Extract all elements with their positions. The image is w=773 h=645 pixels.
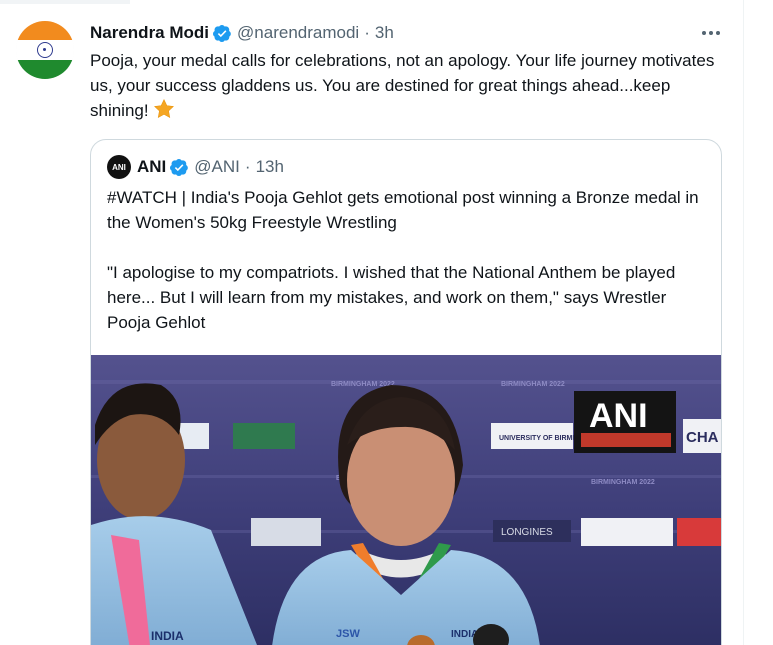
board-cha: CHA [686, 429, 719, 446]
quoted-text-paragraph-1: #WATCH | India's Pooja Gehlot gets emoti… [107, 188, 704, 232]
board-longines: LONGINES [501, 527, 553, 538]
backdrop-text-banner: BIRMINGHAM 2022 [501, 381, 565, 388]
quoted-timestamp[interactable]: 13h [256, 157, 284, 177]
jersey-text-left: INDIA [151, 629, 184, 643]
avatar[interactable] [16, 21, 74, 79]
video-thumbnail[interactable]: BIRMINGHAM 2022 BIRMINGHAM 2022 BIRMINGH… [91, 355, 721, 645]
quoted-tweet-card[interactable]: ANI ANI @ANI · 13h #WATCH | India's Pooj… [90, 139, 722, 645]
quoted-author-name[interactable]: ANI [137, 157, 166, 177]
verified-badge-icon [170, 158, 189, 176]
separator-dot: · [364, 23, 370, 42]
video-frame: BIRMINGHAM 2022 BIRMINGHAM 2022 BIRMINGH… [91, 355, 721, 645]
author-handle[interactable]: @narendramodi [237, 23, 359, 43]
verified-badge-icon [213, 24, 231, 42]
more-options-icon[interactable] [696, 22, 726, 44]
separator-dot: · [244, 157, 251, 176]
quoted-text-paragraph-2: "I apologise to my compatriots. I wished… [107, 263, 681, 332]
star-icon [153, 99, 174, 118]
timeline-border [743, 0, 744, 645]
sponsor-board [233, 423, 295, 449]
tweet-body: Pooja, your medal calls for celebrations… [90, 51, 715, 120]
top-divider [0, 0, 130, 4]
quoted-tweet-header: ANI ANI @ANI · 13h [107, 155, 284, 179]
quoted-tweet-text: #WATCH | India's Pooja Gehlot gets emoti… [107, 185, 707, 335]
tweet-header: Narendra Modi @narendramodi · 3h [90, 22, 394, 44]
svg-text:BIRMINGHAM 2022: BIRMINGHAM 2022 [591, 479, 655, 486]
ani-avatar[interactable]: ANI [107, 155, 131, 179]
india-flag-icon [16, 21, 74, 41]
ashoka-chakra-icon [37, 42, 53, 58]
author-name[interactable]: Narendra Modi [90, 23, 209, 43]
sponsor-logo: JSW [336, 628, 360, 640]
ani-watermark-text: ANI [589, 397, 648, 435]
tweet-timestamp[interactable]: 3h [375, 23, 394, 43]
quoted-author-handle[interactable]: @ANI [194, 157, 240, 177]
tweet-text: Pooja, your medal calls for celebrations… [90, 48, 730, 123]
